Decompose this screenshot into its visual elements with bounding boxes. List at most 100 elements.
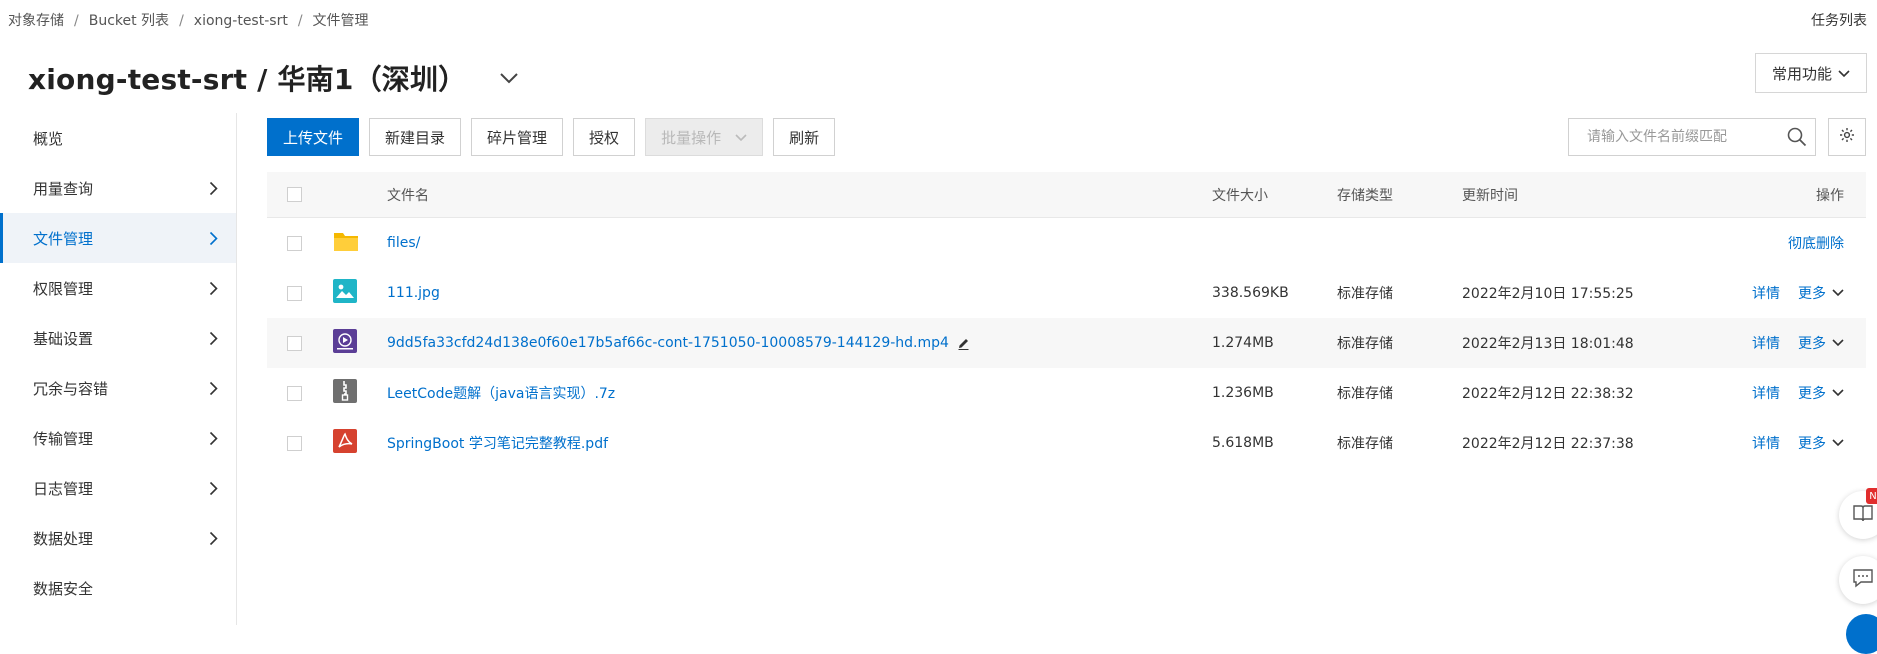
more-dropdown[interactable]: 更多 <box>1798 433 1844 453</box>
more-label: 更多 <box>1798 336 1826 352</box>
sidebar-item[interactable]: 冗余与容错 <box>0 363 236 413</box>
column-header-name: 文件名 <box>387 187 429 204</box>
breadcrumb-item[interactable]: Bucket 列表 <box>89 10 169 30</box>
chevron-down-icon <box>1832 385 1844 401</box>
sidebar-item[interactable]: 传输管理 <box>0 413 236 463</box>
chevron-down-icon <box>1838 64 1850 82</box>
folder-icon <box>333 230 359 256</box>
storage-type: 标准存储 <box>1337 336 1393 352</box>
sidebar-item[interactable]: 文件管理 <box>0 213 236 263</box>
file-name-link[interactable]: LeetCode题解（java语言实现）.7z <box>387 383 615 403</box>
row-checkbox[interactable] <box>287 285 302 301</box>
batch-operation-button[interactable]: 批量操作 <box>645 118 764 156</box>
more-dropdown[interactable]: 更多 <box>1798 333 1844 353</box>
chat-icon <box>1852 568 1874 592</box>
more-label: 更多 <box>1798 286 1826 302</box>
settings-button[interactable] <box>1828 118 1866 156</box>
image-file-icon <box>333 279 357 307</box>
sidebar-item[interactable]: 基础设置 <box>0 313 236 363</box>
search-input[interactable] <box>1569 118 1779 156</box>
storage-type: 标准存储 <box>1337 436 1393 452</box>
storage-type: 标准存储 <box>1337 386 1393 402</box>
chevron-down-icon <box>1832 335 1844 351</box>
breadcrumb-item[interactable]: 对象存储 <box>8 10 64 30</box>
file-size: 5.618MB <box>1212 435 1274 451</box>
chevron-down-icon <box>735 128 747 146</box>
table-body: files/彻底删除 111.jpg 338.569KB 标准存储 2022年2月10日… <box>267 218 1866 468</box>
permanent-delete-link[interactable]: 彻底删除 <box>1788 233 1844 253</box>
common-functions-button[interactable]: 常用功能 <box>1754 53 1867 93</box>
sidebar-item-label: 概览 <box>33 129 64 148</box>
chevron-down-icon <box>1832 435 1844 451</box>
task-list-link[interactable]: 任务列表 <box>1811 10 1867 30</box>
details-link[interactable]: 详情 <box>1752 283 1780 303</box>
chevron-down-icon[interactable] <box>498 67 520 89</box>
sidebar-item-label: 日志管理 <box>33 479 94 498</box>
book-icon <box>1852 503 1874 527</box>
more-dropdown[interactable]: 更多 <box>1798 283 1844 303</box>
fragment-management-button[interactable]: 碎片管理 <box>471 118 564 156</box>
file-name-link[interactable]: SpringBoot 学习笔记完整教程.pdf <box>387 433 608 453</box>
authorize-button[interactable]: 授权 <box>573 118 636 156</box>
chevron-right-icon <box>209 531 218 546</box>
storage-type: 标准存储 <box>1337 286 1393 302</box>
chevron-right-icon <box>209 281 218 296</box>
assistant-float-button[interactable] <box>1846 614 1877 654</box>
chat-float-button[interactable] <box>1839 556 1877 604</box>
sidebar-item-label: 文件管理 <box>33 229 94 248</box>
row-checkbox[interactable] <box>287 435 302 451</box>
page-title: xiong-test-srt / 华南1（深圳） <box>28 63 467 96</box>
archive-file-icon <box>333 379 357 407</box>
sidebar-item-label: 用量查询 <box>33 179 94 198</box>
updated-time: 2022年2月12日 22:37:38 <box>1462 436 1634 452</box>
breadcrumb-separator: / <box>179 13 184 29</box>
sidebar: 概览用量查询文件管理权限管理基础设置冗余与容错传输管理日志管理数据处理数据安全 <box>0 113 237 625</box>
details-link[interactable]: 详情 <box>1752 333 1780 353</box>
edit-icon[interactable] <box>957 337 970 350</box>
file-table: 文件名 文件大小 存储类型 更新时间 操作 files/彻底删除 111.jpg 3… <box>267 172 1866 468</box>
sidebar-item-label: 权限管理 <box>33 279 94 298</box>
file-name-link[interactable]: files/ <box>387 235 420 251</box>
new-directory-button[interactable]: 新建目录 <box>369 118 462 156</box>
updated-time: 2022年2月13日 18:01:48 <box>1462 336 1634 352</box>
row-checkbox[interactable] <box>287 335 302 351</box>
file-size: 1.274MB <box>1212 335 1274 351</box>
sidebar-item-label: 基础设置 <box>33 329 94 348</box>
column-header-type: 存储类型 <box>1337 187 1393 204</box>
file-size: 1.236MB <box>1212 385 1274 401</box>
chevron-right-icon <box>209 481 218 496</box>
table-header: 文件名 文件大小 存储类型 更新时间 操作 <box>267 172 1866 218</box>
file-name-link[interactable]: 111.jpg <box>387 285 440 301</box>
breadcrumb: 对象存储 / Bucket 列表 / xiong-test-srt / 文件管理 <box>8 10 369 30</box>
sidebar-item[interactable]: 权限管理 <box>0 263 236 313</box>
more-dropdown[interactable]: 更多 <box>1798 383 1844 403</box>
sidebar-item[interactable]: 数据安全 <box>0 563 236 613</box>
select-all-checkbox[interactable] <box>287 187 302 202</box>
refresh-button[interactable]: 刷新 <box>773 118 836 156</box>
sidebar-item[interactable]: 数据处理 <box>0 513 236 563</box>
sidebar-item-label: 冗余与容错 <box>33 379 109 398</box>
table-row[interactable]: 111.jpg 338.569KB 标准存储 2022年2月10日 17:55:25 … <box>267 268 1866 318</box>
file-name-link[interactable]: 9dd5fa33cfd24d138e0f60e17b5af66c-cont-17… <box>387 335 949 351</box>
row-checkbox[interactable] <box>287 385 302 401</box>
row-checkbox[interactable] <box>287 235 302 251</box>
table-row[interactable]: 9dd5fa33cfd24d138e0f60e17b5af66c-cont-17… <box>267 318 1866 368</box>
table-row[interactable]: SpringBoot 学习笔记完整教程.pdf 5.618MB 标准存储 2022年2… <box>267 418 1866 468</box>
table-row[interactable]: LeetCode题解（java语言实现）.7z 1.236MB 标准存储 2022年2… <box>267 368 1866 418</box>
search-icon[interactable] <box>1779 127 1815 147</box>
gear-icon <box>1839 127 1855 147</box>
table-row[interactable]: files/彻底删除 <box>267 218 1866 268</box>
pdf-file-icon <box>333 429 357 457</box>
sidebar-item[interactable]: 日志管理 <box>0 463 236 513</box>
upload-file-button[interactable]: 上传文件 <box>267 118 360 156</box>
sidebar-item-label: 数据处理 <box>33 529 94 548</box>
breadcrumb-item: 文件管理 <box>312 13 369 29</box>
sidebar-item[interactable]: 用量查询 <box>0 163 236 213</box>
chevron-right-icon <box>209 331 218 346</box>
chevron-down-icon <box>1832 285 1844 301</box>
sidebar-item[interactable]: 概览 <box>0 113 236 163</box>
notification-badge: N <box>1866 488 1877 504</box>
details-link[interactable]: 详情 <box>1752 433 1780 453</box>
breadcrumb-item[interactable]: xiong-test-srt <box>194 13 288 29</box>
details-link[interactable]: 详情 <box>1752 383 1780 403</box>
